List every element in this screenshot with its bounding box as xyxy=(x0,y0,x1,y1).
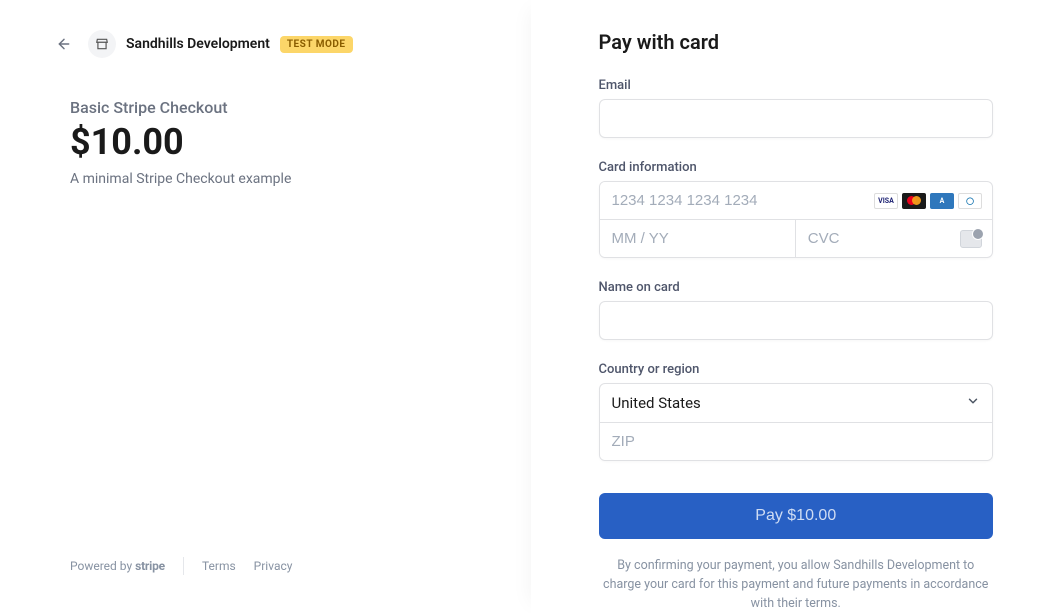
name-input[interactable] xyxy=(599,301,994,340)
mastercard-icon xyxy=(902,193,926,209)
product-price: $10.00 xyxy=(70,121,491,163)
product-summary: Basic Stripe Checkout $10.00 A minimal S… xyxy=(50,98,491,187)
country-label: Country or region xyxy=(599,362,994,377)
privacy-link[interactable]: Privacy xyxy=(254,559,293,573)
card-info-label: Card information xyxy=(599,160,994,175)
card-info-group: Card information VISA A ◯ xyxy=(599,160,994,258)
payment-panel: Pay with card Email Card information VIS… xyxy=(531,0,1061,613)
product-name: Basic Stripe Checkout xyxy=(70,98,491,117)
form-title: Pay with card xyxy=(599,30,994,54)
card-cvc-input[interactable] xyxy=(796,220,961,257)
name-label: Name on card xyxy=(599,280,994,295)
storefront-icon xyxy=(95,37,109,51)
name-group: Name on card xyxy=(599,280,994,340)
terms-link[interactable]: Terms xyxy=(202,559,236,573)
diners-icon: ◯ xyxy=(958,193,982,209)
summary-panel: Sandhills Development TEST MODE Basic St… xyxy=(0,0,531,613)
card-number-input[interactable] xyxy=(600,182,875,219)
country-value: United States xyxy=(612,394,701,412)
stripe-logo-text: stripe xyxy=(135,559,165,573)
country-select[interactable]: United States xyxy=(600,384,993,423)
payment-disclaimer: By confirming your payment, you allow Sa… xyxy=(599,557,994,613)
merchant-logo xyxy=(88,30,116,58)
footer-separator xyxy=(183,557,184,575)
visa-icon: VISA xyxy=(874,193,898,209)
card-expiry-input[interactable] xyxy=(600,220,795,257)
powered-by: Powered by stripe xyxy=(70,559,165,573)
pay-button[interactable]: Pay $10.00 xyxy=(599,493,994,539)
email-input[interactable] xyxy=(599,99,994,138)
product-description: A minimal Stripe Checkout example xyxy=(70,171,491,187)
arrow-left-icon xyxy=(56,36,72,52)
merchant-header: Sandhills Development TEST MODE xyxy=(50,30,491,58)
country-group: Country or region United States xyxy=(599,362,994,461)
test-mode-badge: TEST MODE xyxy=(280,36,353,53)
zip-input[interactable] xyxy=(600,423,993,460)
footer: Powered by stripe Terms Privacy xyxy=(70,557,292,575)
merchant-name: Sandhills Development xyxy=(126,36,270,52)
amex-icon: A xyxy=(930,193,954,209)
email-label: Email xyxy=(599,78,994,93)
back-button[interactable] xyxy=(50,30,78,58)
cvc-card-icon xyxy=(960,230,982,248)
email-group: Email xyxy=(599,78,994,138)
chevron-down-icon xyxy=(966,394,980,412)
card-brand-icons: VISA A ◯ xyxy=(874,193,992,209)
